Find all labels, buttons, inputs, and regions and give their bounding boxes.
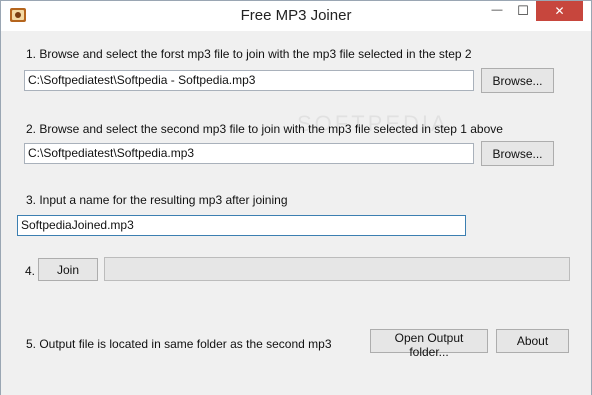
step3-label: 3. Input a name for the resulting mp3 af…	[26, 193, 288, 207]
step1-label: 1. Browse and select the forst mp3 file …	[26, 47, 472, 61]
close-icon: ✕	[554, 4, 565, 18]
second-file-path-input[interactable]: C:\Softpediatest\Softpedia.mp3	[24, 143, 474, 164]
close-button[interactable]: ✕	[536, 1, 583, 21]
first-file-path-input[interactable]: C:\Softpediatest\Softpedia - Softpedia.m…	[24, 70, 474, 91]
about-button[interactable]: About	[496, 329, 569, 353]
title-bar[interactable]: Free MP3 Joiner — ☐ ✕	[1, 1, 591, 31]
join-progress-bar	[104, 257, 570, 281]
join-button[interactable]: Join	[38, 258, 98, 281]
maximize-icon: ☐	[517, 3, 529, 18]
minimize-button[interactable]: —	[484, 1, 510, 21]
step5-label: 5. Output file is located in same folder…	[26, 337, 332, 351]
browse-first-button[interactable]: Browse...	[481, 68, 554, 93]
maximize-button[interactable]: ☐	[510, 1, 536, 21]
step2-label: 2. Browse and select the second mp3 file…	[26, 122, 503, 136]
main-panel: SOFTPEDIA 1. Browse and select the forst…	[1, 31, 591, 395]
open-output-folder-button[interactable]: Open Output folder...	[370, 329, 488, 359]
browse-second-button[interactable]: Browse...	[481, 141, 554, 166]
minimize-icon: —	[491, 4, 503, 16]
output-filename-input[interactable]: SoftpediaJoined.mp3	[17, 215, 466, 236]
app-window: Free MP3 Joiner — ☐ ✕ SOFTPEDIA 1. Brows…	[0, 0, 592, 395]
step4-number: 4.	[25, 264, 36, 278]
